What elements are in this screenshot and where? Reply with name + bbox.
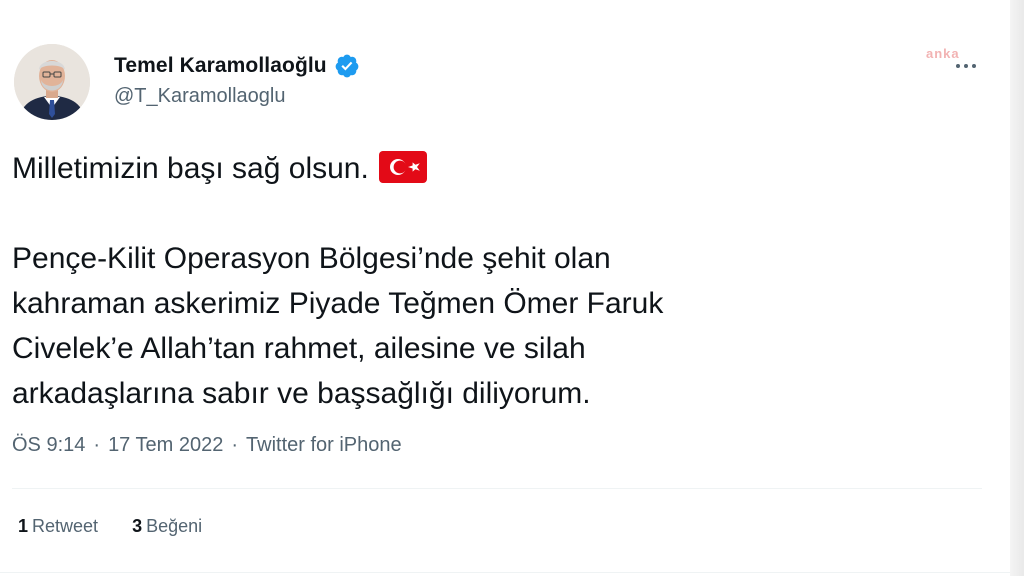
profile-photo-icon: [14, 44, 90, 120]
more-dot-icon: [964, 64, 968, 68]
name-row: Temel Karamollaoğlu: [114, 52, 360, 80]
tweet-time[interactable]: ÖS 9:14: [12, 434, 85, 457]
tweet-line: Pençe-Kilit Operasyon Bölgesi’nde şehit …: [12, 242, 611, 275]
tweet-stats: 1 Retweet 3 Beğeni: [18, 516, 202, 537]
more-dot-icon: [972, 64, 976, 68]
meta-separator: ·: [231, 434, 239, 456]
more-options-button[interactable]: [948, 54, 984, 78]
author-handle[interactable]: @T_Karamollaoglu: [114, 85, 360, 108]
retweets-stat[interactable]: 1 Retweet: [18, 516, 98, 537]
tweet-paragraph-2: Pençe-Kilit Operasyon Bölgesi’nde şehit …: [12, 236, 972, 416]
tweet-meta: ÖS 9:14 · 17 Tem 2022 · Twitter for iPho…: [12, 434, 402, 457]
page-edge: [1010, 0, 1024, 576]
turkey-flag-icon: [378, 151, 427, 183]
likes-stat[interactable]: 3 Beğeni: [132, 516, 202, 537]
tweet-date[interactable]: 17 Tem 2022: [108, 434, 223, 457]
tweet-line: Civelek’e Allah’tan rahmet, ailesine ve …: [12, 332, 586, 365]
retweets-count: 1: [18, 516, 29, 536]
tweet-line: Milletimizin başı sağ olsun.: [12, 152, 369, 185]
author-display-name[interactable]: Temel Karamollaoğlu: [114, 54, 327, 78]
retweets-label: Retweet: [32, 516, 99, 536]
author-header: Temel Karamollaoğlu @T_Karamollaoglu: [114, 52, 360, 108]
likes-count: 3: [132, 516, 143, 536]
tweet-source[interactable]: Twitter for iPhone: [246, 434, 402, 457]
divider: [0, 572, 1010, 573]
tweet-line: kahraman askerimiz Piyade Teğmen Ömer Fa…: [12, 287, 664, 320]
verified-badge-icon: [335, 54, 359, 78]
tweet-text: Milletimizin başı sağ olsun. Pençe-Kilit…: [12, 146, 972, 416]
likes-label: Beğeni: [146, 516, 203, 536]
more-dot-icon: [956, 64, 960, 68]
author-avatar[interactable]: [14, 44, 90, 120]
tweet-paragraph-1: Milletimizin başı sağ olsun.: [12, 146, 972, 191]
divider: [12, 488, 982, 489]
meta-separator: ·: [93, 434, 101, 456]
tweet-line: arkadaşlarına sabır ve başsağlığı diliyo…: [12, 377, 591, 410]
tweet-card: Temel Karamollaoğlu @T_Karamollaoglu ank…: [0, 0, 1024, 576]
